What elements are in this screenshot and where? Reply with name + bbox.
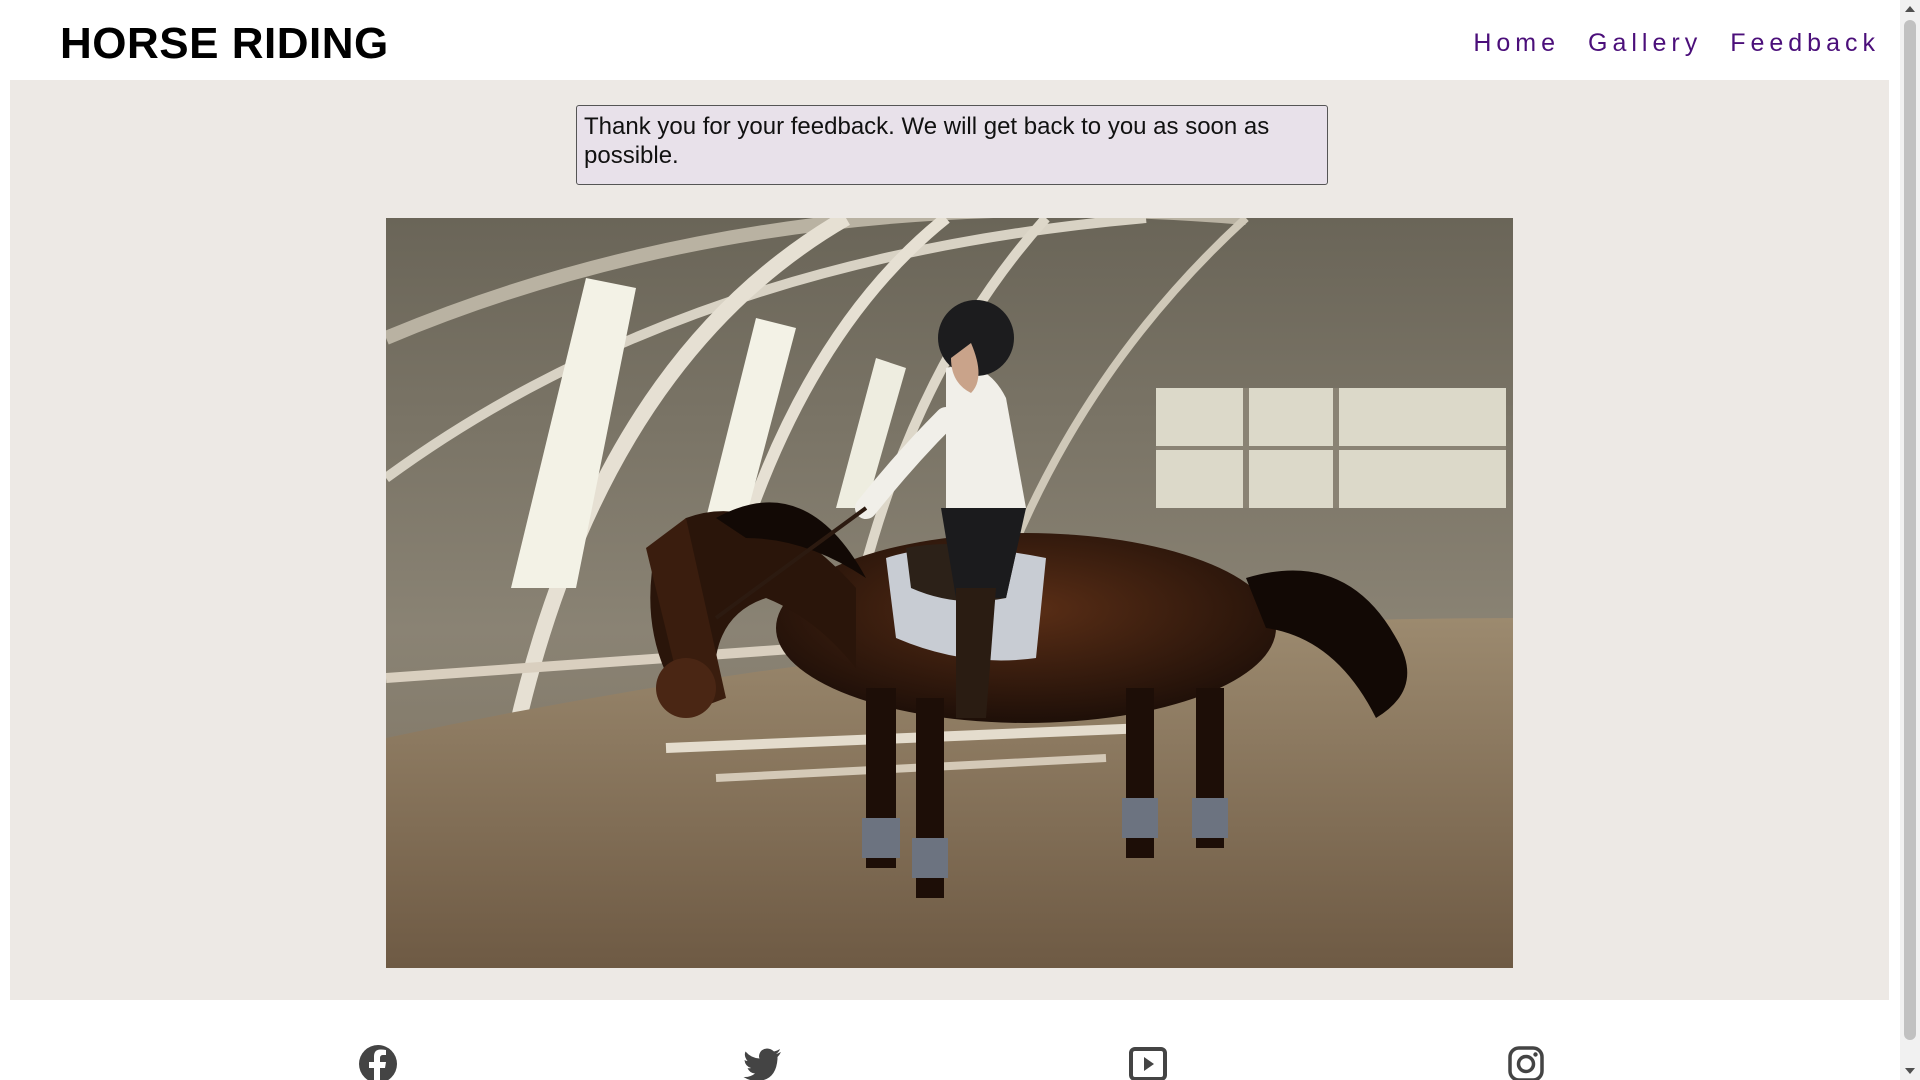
- site-header: HORSE RIDING Home Gallery Feedback: [0, 0, 1900, 80]
- feedback-confirmation-message: Thank you for your feedback. We will get…: [576, 105, 1328, 185]
- vertical-scrollbar[interactable]: [1900, 0, 1920, 1080]
- nav-link-feedback[interactable]: Feedback: [1730, 26, 1880, 60]
- main-nav: Home Gallery Feedback: [1473, 26, 1880, 60]
- scroll-up-arrow-icon[interactable]: [1905, 6, 1915, 12]
- scroll-down-arrow-icon[interactable]: [1905, 1068, 1915, 1074]
- scrollbar-thumb[interactable]: [1904, 20, 1916, 1040]
- site-footer: [0, 1000, 1900, 1080]
- nav-link-home[interactable]: Home: [1473, 26, 1560, 60]
- facebook-icon[interactable]: [358, 1044, 398, 1080]
- hero-image: [386, 218, 1513, 968]
- twitter-icon[interactable]: [743, 1044, 783, 1080]
- page: HORSE RIDING Home Gallery Feedback Thank…: [0, 0, 1920, 1080]
- nav-link-gallery[interactable]: Gallery: [1588, 26, 1702, 60]
- site-logo[interactable]: HORSE RIDING: [60, 18, 389, 70]
- horse-rider-photo: [386, 218, 1513, 968]
- youtube-icon[interactable]: [1128, 1044, 1168, 1080]
- instagram-icon[interactable]: [1506, 1044, 1546, 1080]
- main-content: Thank you for your feedback. We will get…: [10, 80, 1889, 1000]
